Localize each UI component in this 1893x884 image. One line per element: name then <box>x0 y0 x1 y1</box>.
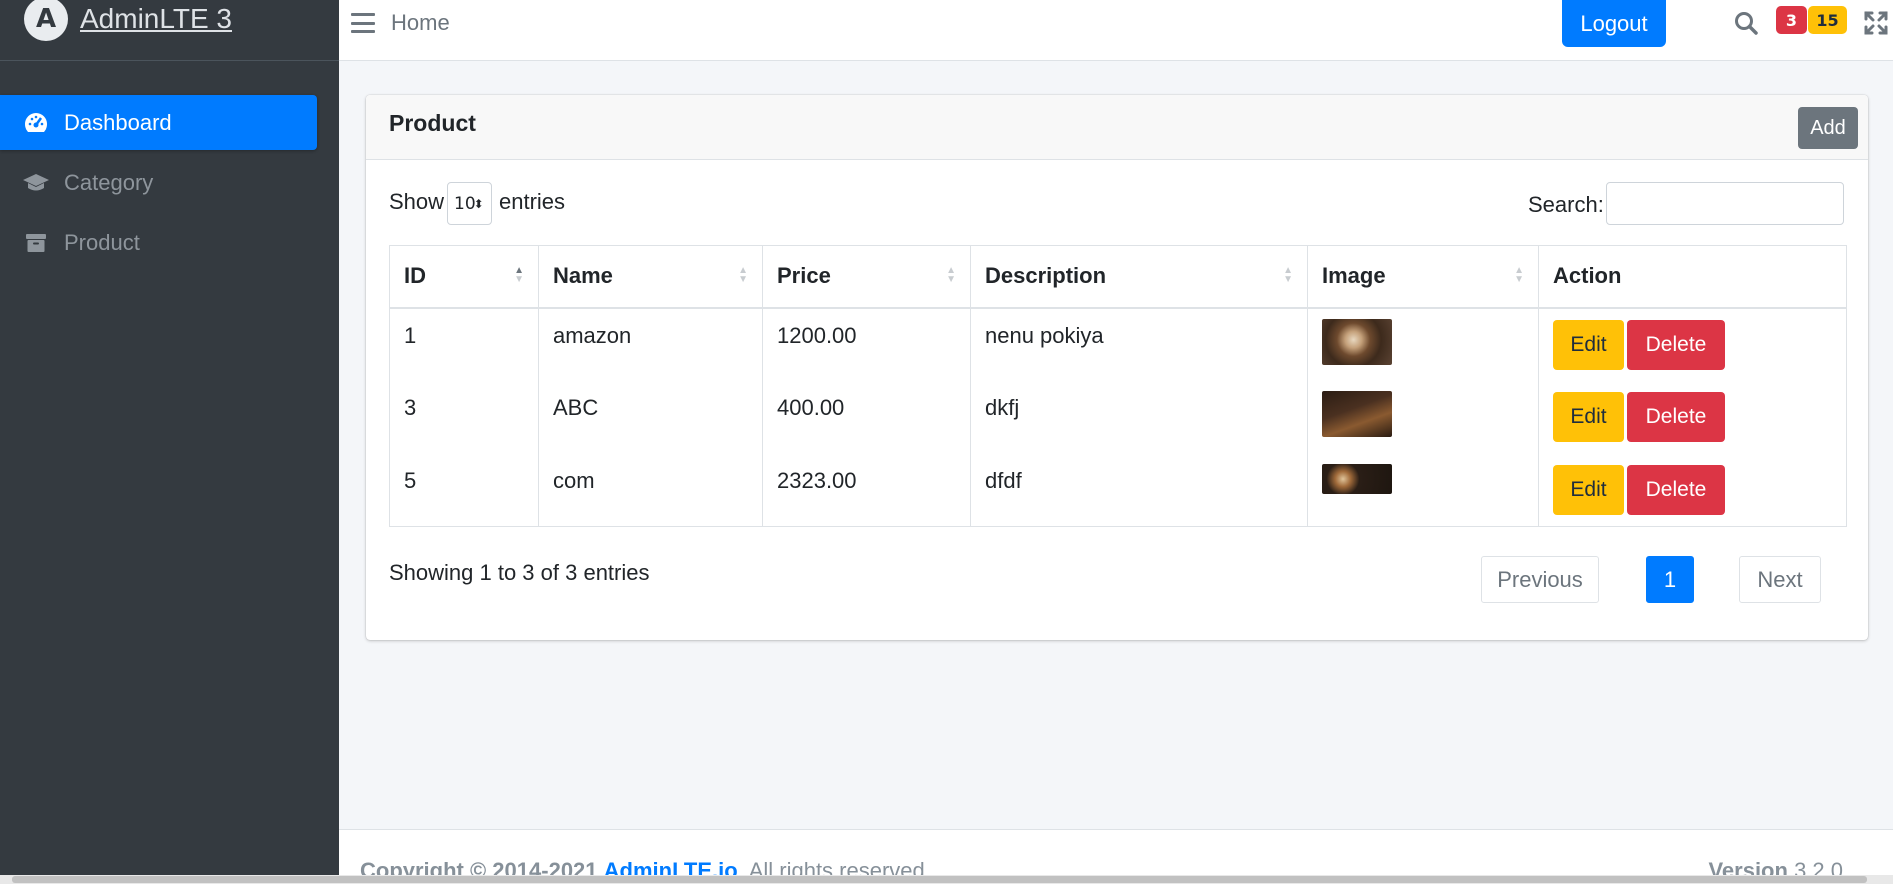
entries-label: entries <box>499 189 566 214</box>
coffee-latte-thumbnail <box>1322 463 1392 494</box>
sort-icon: ▲ ▼ <box>1283 265 1293 285</box>
cell-description: nenu pokiya <box>970 307 1308 381</box>
column-header-id[interactable]: ID ▲ ▼ <box>389 245 539 309</box>
cell-name: amazon <box>538 307 763 381</box>
tachometer-icon <box>22 109 50 137</box>
table-info: Showing 1 to 3 of 3 entries <box>389 560 650 585</box>
brand-logo: A <box>24 0 68 41</box>
card-title: Product <box>389 110 476 136</box>
archive-icon <box>22 229 50 257</box>
page-length-value: 10 <box>454 193 476 214</box>
cell-description: dkfj <box>970 380 1308 454</box>
coffee-beans-thumbnail <box>1322 390 1392 437</box>
cell-id: 3 <box>389 380 539 454</box>
pagination-previous[interactable]: Previous <box>1481 556 1599 603</box>
coffee-cup-thumbnail <box>1322 318 1392 365</box>
sort-icon: ▲ ▼ <box>514 265 524 285</box>
brand-link[interactable]: A AdminLTE 3 <box>0 0 339 61</box>
table-header-row: ID ▲ ▼ Name ▲ ▼ Price ▲ ▼ Description ▲ ▼ Image ▲… <box>389 245 1847 309</box>
logout-button[interactable]: Logout <box>1562 0 1666 47</box>
sidebar-item-label: Category <box>64 169 154 195</box>
cell-action: Edit Delete <box>1538 307 1847 381</box>
product-table: ID ▲ ▼ Name ▲ ▼ Price ▲ ▼ Description ▲ ▼ Image ▲… <box>389 245 1847 527</box>
horizontal-scrollbar[interactable] <box>0 875 1893 884</box>
cell-description: dfdf <box>970 453 1308 527</box>
search-label: Search: <box>1528 192 1604 217</box>
add-product-button[interactable]: Add <box>1798 107 1858 149</box>
main-sidebar: A AdminLTE 3 Dashboard Category Product <box>0 0 339 884</box>
cell-price: 1200.00 <box>762 307 971 381</box>
sort-icon: ▲ ▼ <box>1514 265 1524 285</box>
edit-button[interactable]: Edit <box>1553 391 1624 442</box>
sort-icon: ▲ ▼ <box>738 265 748 285</box>
brand-logo-letter: A <box>35 3 57 34</box>
delete-button[interactable]: Delete <box>1627 391 1725 442</box>
pagination-page-1[interactable]: 1 <box>1646 556 1694 603</box>
scrollbar-thumb[interactable] <box>12 876 1867 883</box>
cell-image <box>1307 307 1539 381</box>
messages-badge[interactable]: 15 <box>1808 6 1847 34</box>
cell-name: ABC <box>538 380 763 454</box>
delete-button[interactable]: Delete <box>1627 319 1725 370</box>
cell-name: com <box>538 453 763 527</box>
cell-id: 5 <box>389 453 539 527</box>
sidebar-item-dashboard[interactable]: Dashboard <box>0 95 317 150</box>
graduation-cap-icon <box>22 169 50 197</box>
select-arrows-icon: ⬍ <box>473 196 484 211</box>
product-card: Product Add Show 10 ⬍ entries Search: ID… <box>366 95 1868 640</box>
column-header-action: Action <box>1538 245 1847 309</box>
brand-text[interactable]: AdminLTE 3 <box>80 3 232 35</box>
cell-image <box>1307 380 1539 454</box>
pagination-next[interactable]: Next <box>1739 556 1821 603</box>
sidebar-nav: Dashboard Category Product <box>0 95 339 270</box>
fullscreen-icon[interactable] <box>1863 10 1889 36</box>
page-length-select[interactable]: 10 ⬍ <box>447 182 492 225</box>
sidebar-item-label: Product <box>64 229 140 255</box>
edit-button[interactable]: Edit <box>1553 319 1624 370</box>
card-header: Product Add <box>366 95 1868 160</box>
table-row: 3 ABC 400.00 dkfj Edit Delete <box>389 380 1847 454</box>
show-label: Show <box>389 189 445 214</box>
column-header-price[interactable]: Price ▲ ▼ <box>762 245 971 309</box>
table-row: 5 com 2323.00 dfdf Edit Delete <box>389 453 1847 527</box>
sidebar-item-category[interactable]: Category <box>0 155 317 210</box>
table-row: 1 amazon 1200.00 nenu pokiya Edit Delete <box>389 307 1847 381</box>
top-navbar: Home Logout 3 15 <box>339 0 1893 61</box>
edit-button[interactable]: Edit <box>1553 464 1624 515</box>
cell-price: 2323.00 <box>762 453 971 527</box>
cell-action: Edit Delete <box>1538 453 1847 527</box>
column-header-name[interactable]: Name ▲ ▼ <box>538 245 763 309</box>
hamburger-menu-icon[interactable] <box>349 10 377 36</box>
cell-id: 1 <box>389 307 539 381</box>
nav-link-home[interactable]: Home <box>391 10 450 36</box>
cell-price: 400.00 <box>762 380 971 454</box>
cell-action: Edit Delete <box>1538 380 1847 454</box>
sidebar-item-product[interactable]: Product <box>0 215 317 270</box>
column-header-image[interactable]: Image ▲ ▼ <box>1307 245 1539 309</box>
cell-image <box>1307 453 1539 527</box>
search-input[interactable] <box>1606 182 1844 225</box>
sort-icon: ▲ ▼ <box>946 265 956 285</box>
search-icon[interactable] <box>1733 10 1759 36</box>
delete-button[interactable]: Delete <box>1627 464 1725 515</box>
notification-badge[interactable]: 3 <box>1776 6 1807 34</box>
sidebar-item-label: Dashboard <box>64 109 172 135</box>
column-header-description[interactable]: Description ▲ ▼ <box>970 245 1308 309</box>
